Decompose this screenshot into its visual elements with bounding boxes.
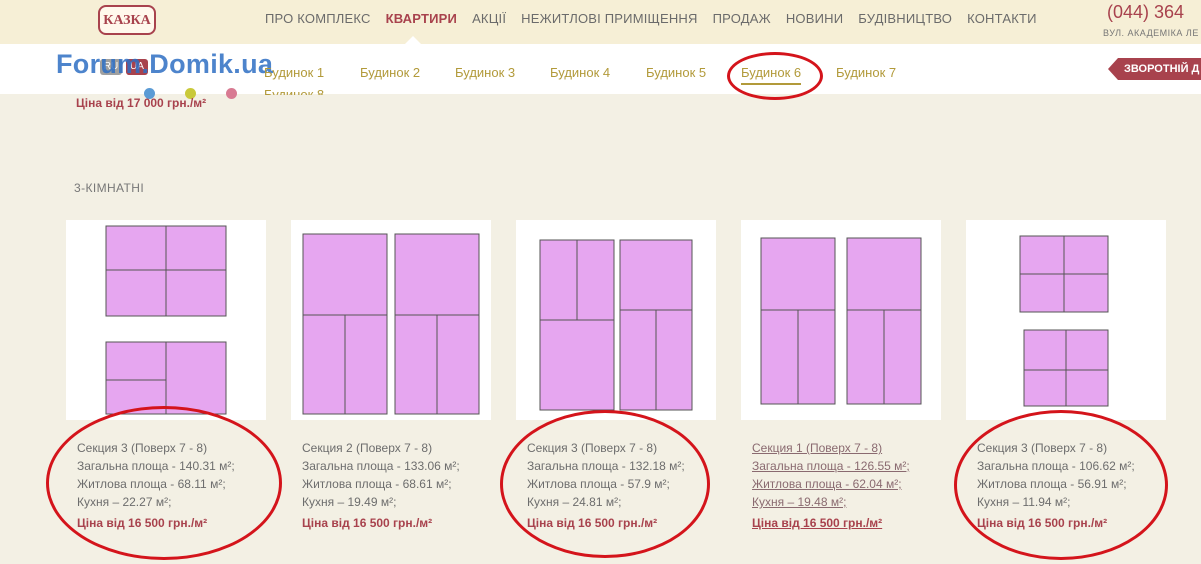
- tab-building-7[interactable]: Будинок 7: [836, 65, 896, 80]
- phone-number[interactable]: (044) 364: [1107, 2, 1184, 23]
- card-kitchen-area: Кухня – 11.94 м²;: [977, 495, 1071, 509]
- tab-building-4[interactable]: Будинок 4: [550, 65, 610, 80]
- card-section: Секция 3 (Поверх 7 - 8): [527, 441, 658, 455]
- address: ВУЛ. АКАДЕМІКА ЛЕ: [1103, 28, 1199, 38]
- floor-plan-image[interactable]: [966, 220, 1166, 420]
- nav-sales[interactable]: ПРОДАЖ: [713, 11, 771, 26]
- card-kitchen-area: Кухня – 22.27 м²;: [77, 495, 172, 509]
- logo[interactable]: КАЗКА: [98, 5, 156, 35]
- card-living-area: Житлова площа - 57.9 м²;: [527, 477, 670, 491]
- watermark: Forum.Domik.ua: [56, 49, 274, 79]
- nav-commercial[interactable]: НЕЖИТЛОВІ ПРИМІЩЕННЯ: [521, 11, 697, 26]
- apartment-card[interactable]: Секция 2 (Поверх 7 - 8) Загальна площа -…: [291, 220, 491, 533]
- card-kitchen-area: Кухня – 19.49 м²;: [302, 495, 397, 509]
- card-section: Секция 3 (Поверх 7 - 8): [77, 441, 208, 455]
- card-section[interactable]: Секция 1 (Поверх 7 - 8): [752, 439, 941, 457]
- card-total-area: Загальна площа - 132.18 м²;: [527, 459, 685, 473]
- floor-plan-image[interactable]: [516, 220, 716, 420]
- apartment-card[interactable]: Секция 1 (Поверх 7 - 8) Загальна площа -…: [741, 220, 941, 533]
- top-price: Ціна від 17 000 грн./м²: [76, 96, 207, 110]
- apartment-card[interactable]: Секция 3 (Поверх 7 - 8) Загальна площа -…: [66, 220, 266, 533]
- active-nav-indicator: [405, 36, 421, 44]
- tab-building-5[interactable]: Будинок 5: [646, 65, 706, 80]
- floor-plan-image[interactable]: [741, 220, 941, 420]
- card-living-area: Житлова площа - 56.91 м²;: [977, 477, 1127, 491]
- card-total-area: Загальна площа - 140.31 м²;: [77, 459, 235, 473]
- main-nav: ПРО КОМПЛЕКС КВАРТИРИ АКЦІЇ НЕЖИТЛОВІ ПР…: [265, 11, 1037, 26]
- card-total-area: Загальна площа - 133.06 м²;: [302, 459, 460, 473]
- card-living-area[interactable]: Житлова площа - 62.04 м²;: [752, 475, 941, 493]
- card-price: Ціна від 16 500 грн./м²: [302, 516, 433, 530]
- card-section: Секция 2 (Поверх 7 - 8): [302, 441, 433, 455]
- card-price: Ціна від 16 500 грн./м²: [977, 516, 1108, 530]
- nav-news[interactable]: НОВИНИ: [786, 11, 843, 26]
- top-header: КАЗКА ПРО КОМПЛЕКС КВАРТИРИ АКЦІЇ НЕЖИТЛ…: [0, 0, 1201, 45]
- card-total-area[interactable]: Загальна площа - 126.55 м²;: [752, 457, 941, 475]
- section-title: 3-КІМНАТНІ: [74, 181, 145, 195]
- feedback-button[interactable]: ЗВОРОТНІЙ Д: [1108, 58, 1201, 80]
- nav-apartments[interactable]: КВАРТИРИ: [386, 11, 457, 26]
- card-price: Ціна від 16 500 грн./м²: [77, 516, 208, 530]
- floor-plan-image[interactable]: [66, 220, 266, 420]
- apartment-card[interactable]: Секция 3 (Поверх 7 - 8) Загальна площа -…: [966, 220, 1166, 533]
- apartment-card[interactable]: Секция 3 (Поверх 7 - 8) Загальна площа -…: [516, 220, 716, 533]
- nav-promotions[interactable]: АКЦІЇ: [472, 11, 506, 26]
- tab-building-8[interactable]: Будинок 8: [264, 87, 324, 95]
- nav-construction[interactable]: БУДІВНИЦТВО: [858, 11, 952, 26]
- card-total-area: Загальна площа - 106.62 м²;: [977, 459, 1135, 473]
- card-living-area: Житлова площа - 68.61 м²;: [302, 477, 452, 491]
- card-kitchen-area: Кухня – 24.81 м²;: [527, 495, 622, 509]
- card-kitchen-area[interactable]: Кухня – 19.48 м²;: [752, 493, 941, 511]
- tab-building-6[interactable]: Будинок 6: [741, 65, 802, 85]
- tab-building-2[interactable]: Будинок 2: [360, 65, 420, 80]
- floor-plan-image[interactable]: [291, 220, 491, 420]
- card-price: Ціна від 16 500 грн./м²: [527, 516, 658, 530]
- dot-pink[interactable]: [226, 88, 237, 99]
- card-section: Секция 3 (Поверх 7 - 8): [977, 441, 1108, 455]
- card-price[interactable]: Ціна від 16 500 грн./м²: [752, 513, 941, 533]
- tab-building-3[interactable]: Будинок 3: [455, 65, 515, 80]
- nav-contacts[interactable]: КОНТАКТИ: [967, 11, 1037, 26]
- card-living-area: Житлова площа - 68.11 м²;: [77, 477, 226, 491]
- tab-building-1[interactable]: Будинок 1: [264, 65, 324, 80]
- nav-about[interactable]: ПРО КОМПЛЕКС: [265, 11, 371, 26]
